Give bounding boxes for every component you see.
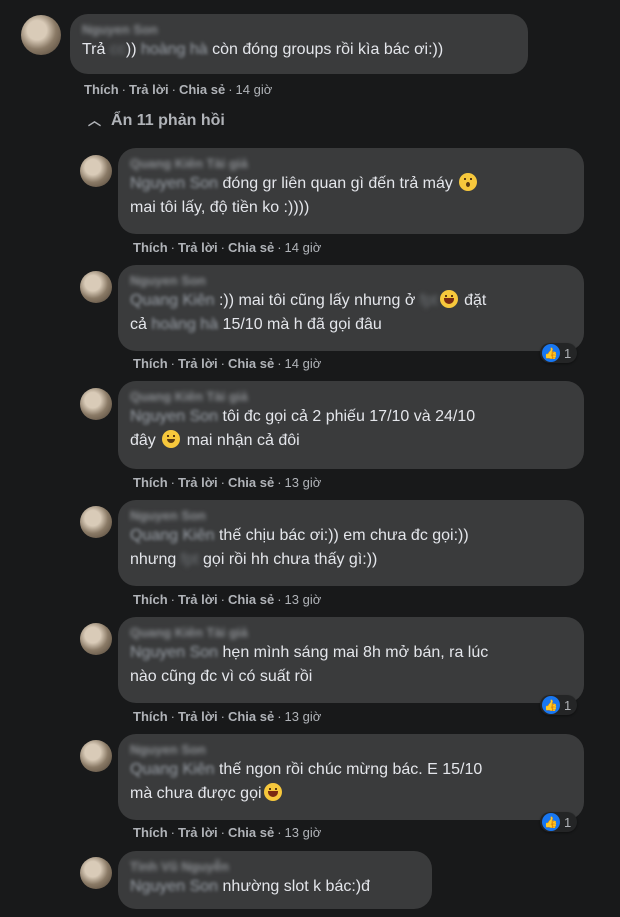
comment-bubble: Nguyen Son Trả cc)) hoàng hà còn đóng gr… — [70, 14, 528, 74]
reply-actions: Thích · Trả lời · Chia sẻ · 14 giờ — [133, 356, 322, 371]
reply-link[interactable]: Trả lời — [178, 356, 218, 371]
reply-link[interactable]: Trả lời — [178, 240, 218, 255]
timestamp[interactable]: 13 giờ — [285, 475, 322, 490]
reply-link[interactable]: Trả lời — [129, 82, 169, 97]
share-link[interactable]: Chia sẻ — [228, 825, 274, 840]
share-link[interactable]: Chia sẻ — [228, 709, 274, 724]
reply-text: Nguyen Son đóng gr liên quan gì đến trả … — [130, 172, 572, 220]
avatar[interactable] — [80, 740, 112, 772]
like-link[interactable]: Thích — [133, 592, 168, 607]
avatar[interactable] — [80, 155, 112, 187]
reply-text: Nguyen Son hẹn mình sáng mai 8h mở bán, … — [130, 644, 489, 685]
timestamp[interactable]: 13 giờ — [285, 709, 322, 724]
timestamp[interactable]: 14 giờ — [285, 356, 322, 371]
reply-bubble: Quang Kiên Tài giả Nguyen Son hẹn mình s… — [118, 617, 584, 703]
reply-text: Quang Kiên :)) mai tôi cũng lấy nhưng ở … — [130, 290, 487, 333]
share-link[interactable]: Chia sẻ — [228, 475, 274, 490]
reply-bubble: Nguyen Son Quang Kiên thế chịu bác ơi:))… — [118, 500, 584, 586]
reply-text: Nguyen Son nhường slot k bác:)đ — [130, 878, 371, 895]
timestamp[interactable]: 13 giờ — [285, 592, 322, 607]
timestamp[interactable]: 14 giờ — [285, 240, 322, 255]
reaction-count[interactable]: 👍 1 — [540, 343, 578, 363]
reply-author[interactable]: Quang Kiên Tài giả — [130, 389, 572, 405]
smile-emoji-icon — [162, 430, 181, 448]
reply-text: Nguyen Son tôi đc gọi cả 2 phiếu 17/10 v… — [130, 408, 476, 449]
like-icon: 👍 — [542, 344, 560, 362]
share-link[interactable]: Chia sẻ — [228, 356, 274, 371]
timestamp[interactable]: 14 giờ — [236, 82, 273, 97]
like-icon: 👍 — [542, 696, 560, 714]
reply-author[interactable]: Nguyen Son — [130, 273, 572, 289]
reply-author[interactable]: Tình Vũ Nguyễn — [130, 859, 420, 875]
reply-bubble: Tình Vũ Nguyễn Nguyen Son nhường slot k … — [118, 851, 432, 909]
reply-link[interactable]: Trả lời — [178, 475, 218, 490]
reply-bubble: Nguyen Son Quang Kiên thế ngon rồi chúc … — [118, 734, 584, 820]
like-link[interactable]: Thích — [133, 475, 168, 490]
avatar[interactable] — [21, 15, 61, 55]
like-link[interactable]: Thích — [84, 82, 119, 97]
reply-link[interactable]: Trả lời — [178, 592, 218, 607]
timestamp[interactable]: 13 giờ — [285, 825, 322, 840]
comment-actions: Thích · Trả lời · Chia sẻ · 14 giờ — [84, 82, 273, 97]
avatar[interactable] — [80, 857, 112, 889]
reply-actions: Thích · Trả lời · Chia sẻ · 13 giờ — [133, 709, 322, 724]
reply-bubble: Nguyen Son Quang Kiên :)) mai tôi cũng l… — [118, 265, 584, 351]
reaction-count[interactable]: 👍 1 — [540, 812, 578, 832]
reply-actions: Thích · Trả lời · Chia sẻ · 13 giờ — [133, 475, 322, 490]
share-link[interactable]: Chia sẻ — [179, 82, 225, 97]
laughing-emoji-icon — [439, 290, 458, 308]
avatar[interactable] — [80, 623, 112, 655]
reply-author[interactable]: Quang Kiên Tài giả — [130, 156, 572, 172]
reply-text: Quang Kiên thế chịu bác ơi:)) em chưa đc… — [130, 527, 469, 568]
reply-link[interactable]: Trả lời — [178, 709, 218, 724]
comment-text: Trả cc)) hoàng hà còn đóng groups rồi kì… — [82, 41, 444, 58]
like-icon: 👍 — [542, 813, 560, 831]
reply-author[interactable]: Quang Kiên Tài giả — [130, 625, 572, 641]
share-link[interactable]: Chia sẻ — [228, 240, 274, 255]
reply-author[interactable]: Nguyen Son — [130, 508, 572, 524]
chevron-up-icon: ︿ — [88, 113, 102, 128]
avatar[interactable] — [80, 271, 112, 303]
like-link[interactable]: Thích — [133, 240, 168, 255]
reply-bubble: Quang Kiên Tài giả Nguyen Son đóng gr li… — [118, 148, 584, 234]
comment-author[interactable]: Nguyen Son — [82, 22, 516, 38]
like-link[interactable]: Thích — [133, 356, 168, 371]
laughing-emoji-icon — [263, 783, 282, 801]
reply-actions: Thích · Trả lời · Chia sẻ · 13 giờ — [133, 592, 322, 607]
reply-actions: Thích · Trả lời · Chia sẻ · 13 giờ — [133, 825, 322, 840]
reply-text: Quang Kiên thế ngon rồi chúc mừng bác. E… — [130, 761, 483, 802]
reply-actions: Thích · Trả lời · Chia sẻ · 14 giờ — [133, 240, 322, 255]
avatar[interactable] — [80, 388, 112, 420]
share-link[interactable]: Chia sẻ — [228, 592, 274, 607]
reply-link[interactable]: Trả lời — [178, 825, 218, 840]
hide-replies-toggle[interactable]: ︿ Ẩn 11 phản hồi — [88, 110, 225, 130]
reply-bubble: Quang Kiên Tài giả Nguyen Son tôi đc gọi… — [118, 381, 584, 469]
reply-author[interactable]: Nguyen Son — [130, 742, 572, 758]
reaction-count[interactable]: 👍 1 — [540, 695, 578, 715]
avatar[interactable] — [80, 506, 112, 538]
wow-emoji-icon — [459, 173, 478, 191]
like-link[interactable]: Thích — [133, 825, 168, 840]
like-link[interactable]: Thích — [133, 709, 168, 724]
